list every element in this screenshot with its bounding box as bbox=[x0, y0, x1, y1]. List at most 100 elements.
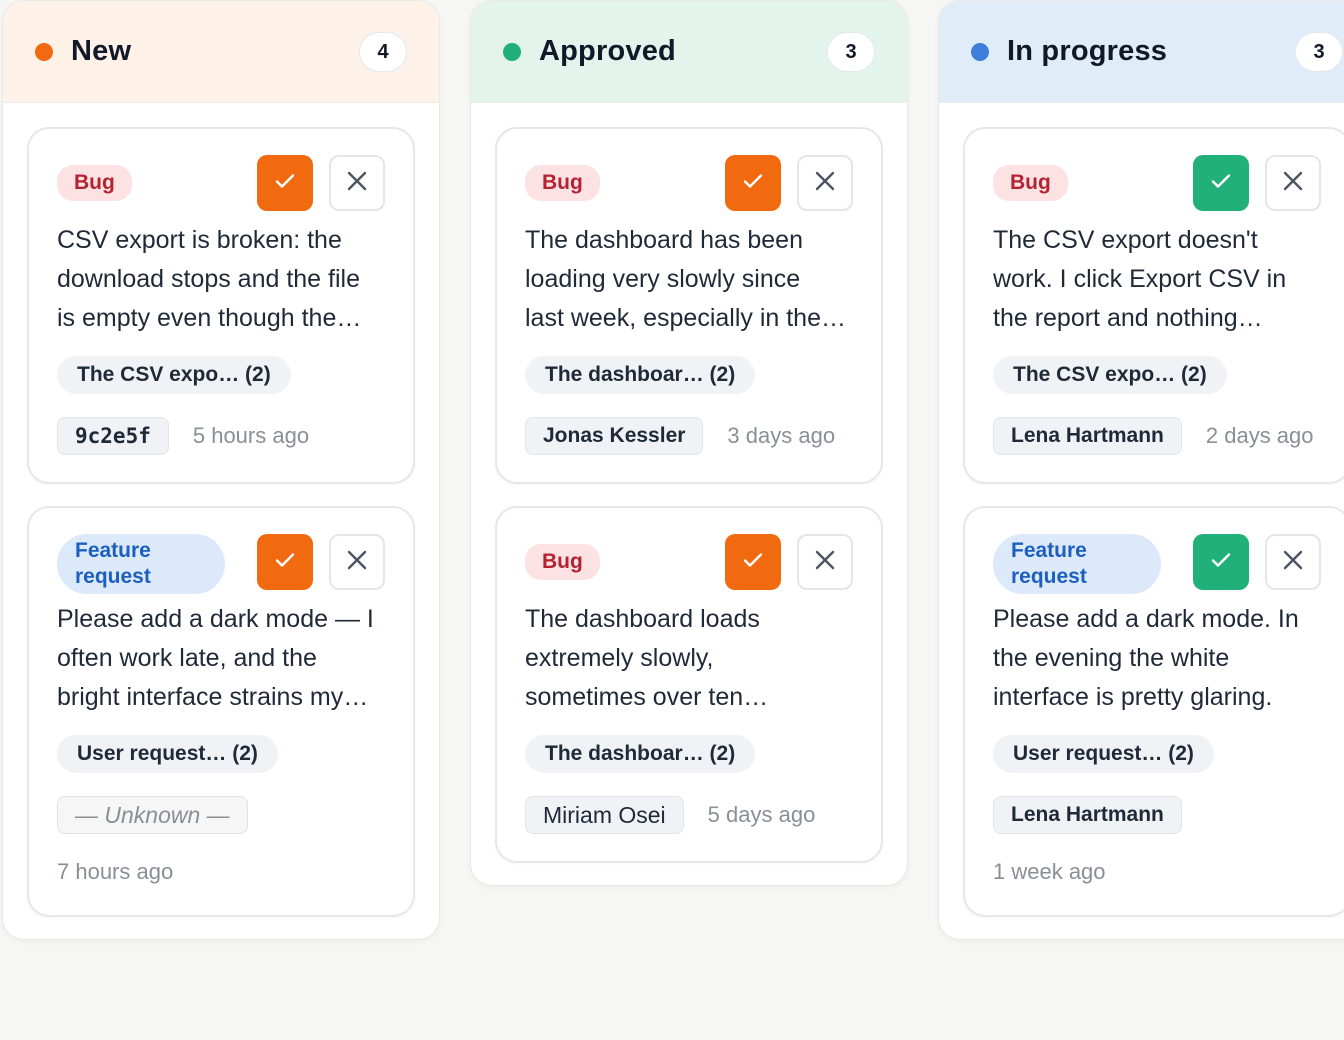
description-line: extremely slowly, bbox=[525, 644, 714, 672]
card-description: The dashboard loads extremely slowly, some… bbox=[525, 600, 853, 717]
description-line: The dashboard loads bbox=[525, 605, 760, 633]
description-line: CSV export is broken: the bbox=[57, 226, 342, 254]
column-header: New 4 bbox=[3, 1, 439, 103]
card-header: Feature request bbox=[57, 534, 385, 596]
close-icon bbox=[814, 170, 836, 197]
feedback-card[interactable]: Bug The CSV export doesn't work. I click E… bbox=[963, 127, 1344, 484]
close-icon bbox=[1282, 549, 1304, 576]
check-icon bbox=[1209, 548, 1233, 577]
column-title: New bbox=[71, 35, 132, 67]
card-description: CSV export is broken: the download stops … bbox=[57, 221, 385, 338]
description-line: last week, especially in the… bbox=[525, 304, 846, 332]
column-title: Approved bbox=[539, 35, 676, 67]
cluster-chip[interactable]: The dashboar… (2) bbox=[525, 356, 756, 394]
cluster-row: The dashboar… (2) bbox=[525, 356, 853, 396]
card-meta: Lena Hartmann 2 days ago bbox=[993, 416, 1321, 456]
description-line: The dashboard has been bbox=[525, 226, 803, 254]
column-2: In progress 3 Bug The CSV export doesn't wor… bbox=[938, 0, 1344, 940]
description-line: the evening the white bbox=[993, 644, 1230, 672]
card-header: Bug bbox=[57, 155, 385, 217]
description-line: download stops and the file bbox=[57, 265, 360, 293]
check-icon bbox=[1209, 169, 1233, 198]
description-line: loading very slowly since bbox=[525, 265, 801, 293]
column-header: In progress 3 bbox=[939, 1, 1344, 103]
description-line: often work late, and the bbox=[57, 644, 317, 672]
approve-button[interactable] bbox=[257, 534, 313, 590]
reporter-badge: — Unknown — bbox=[57, 796, 248, 834]
description-line: work. I click Export CSV in bbox=[993, 265, 1287, 293]
reporter-badge: 9c2e5f bbox=[57, 417, 169, 455]
cluster-row: The CSV expo… (2) bbox=[993, 356, 1321, 396]
description-line: the report and nothing… bbox=[993, 304, 1263, 332]
column-title: In progress bbox=[1007, 35, 1168, 67]
description-line: bright interface strains my… bbox=[57, 683, 369, 711]
approve-button[interactable] bbox=[1193, 534, 1249, 590]
cluster-chip[interactable]: The CSV expo… (2) bbox=[993, 356, 1227, 394]
cluster-chip[interactable]: User request… (2) bbox=[57, 735, 278, 773]
cluster-chip[interactable]: The CSV expo… (2) bbox=[57, 356, 291, 394]
timestamp: 3 days ago bbox=[727, 423, 836, 448]
card-description: Please add a dark mode. In the evening th… bbox=[993, 600, 1321, 717]
feedback-card[interactable]: Feature request Please add a dark mode. I… bbox=[963, 506, 1344, 917]
reject-button[interactable] bbox=[797, 534, 853, 590]
status-dot-icon bbox=[35, 42, 53, 61]
card-description: Please add a dark mode — I often work lat… bbox=[57, 600, 385, 717]
reporter-badge: Lena Hartmann bbox=[993, 796, 1182, 834]
check-icon bbox=[741, 169, 765, 198]
approve-button[interactable] bbox=[725, 534, 781, 590]
cluster-chip[interactable]: The dashboar… (2) bbox=[525, 735, 756, 773]
check-icon bbox=[273, 548, 297, 577]
timestamp-row: 1 week ago bbox=[993, 859, 1321, 889]
feedback-card[interactable]: Bug The dashboard has been loading very sl… bbox=[495, 127, 883, 484]
feedback-card[interactable]: Feature request Please add a dark mode — … bbox=[27, 506, 415, 917]
card-meta: Miriam Osei 5 days ago bbox=[525, 795, 853, 835]
reporter-badge: Jonas Kessler bbox=[525, 417, 704, 455]
card-header: Bug bbox=[525, 155, 853, 217]
column-body: Bug The dashboard has been loading very sl… bbox=[471, 103, 907, 863]
feedback-card[interactable]: Bug The dashboard loads extremely slowly, s… bbox=[495, 506, 883, 863]
card-header: Bug bbox=[993, 155, 1321, 217]
category-tag: Bug bbox=[993, 165, 1068, 201]
timestamp: 5 days ago bbox=[707, 802, 816, 827]
timestamp: 7 hours ago bbox=[57, 859, 174, 884]
timestamp-row: 7 hours ago bbox=[57, 859, 385, 889]
category-tag: Feature request bbox=[993, 534, 1161, 594]
column-body: Bug The CSV export doesn't work. I click E… bbox=[939, 103, 1344, 917]
approve-button[interactable] bbox=[257, 155, 313, 211]
cluster-row: User request… (2) bbox=[993, 735, 1321, 775]
card-meta: — Unknown — bbox=[57, 795, 385, 835]
reject-button[interactable] bbox=[329, 155, 385, 211]
card-meta: 9c2e5f 5 hours ago bbox=[57, 416, 385, 456]
cluster-row: The dashboar… (2) bbox=[525, 735, 853, 775]
reject-button[interactable] bbox=[797, 155, 853, 211]
column-count-badge: 4 bbox=[359, 32, 407, 72]
close-icon bbox=[346, 549, 368, 576]
check-icon bbox=[273, 169, 297, 198]
approve-button[interactable] bbox=[725, 155, 781, 211]
category-tag: Bug bbox=[525, 544, 600, 580]
timestamp: 5 hours ago bbox=[192, 423, 310, 448]
card-description: The CSV export doesn't work. I click Expo… bbox=[993, 221, 1321, 338]
column-0: New 4 Bug CSV export is broken: the download… bbox=[2, 0, 440, 940]
reject-button[interactable] bbox=[1265, 155, 1321, 211]
column-1: Approved 3 Bug The dashboard has been loadin… bbox=[470, 0, 908, 886]
card-description: The dashboard has been loading very slowl… bbox=[525, 221, 853, 338]
description-line: The CSV export doesn't bbox=[993, 226, 1258, 254]
column-count-badge: 3 bbox=[1295, 32, 1343, 72]
feedback-card[interactable]: Bug CSV export is broken: the download sto… bbox=[27, 127, 415, 484]
category-tag: Bug bbox=[57, 165, 132, 201]
card-meta: Jonas Kessler 3 days ago bbox=[525, 416, 853, 456]
reject-button[interactable] bbox=[329, 534, 385, 590]
reporter-badge: Lena Hartmann bbox=[993, 417, 1182, 455]
reject-button[interactable] bbox=[1265, 534, 1321, 590]
close-icon bbox=[1282, 170, 1304, 197]
approve-button[interactable] bbox=[1193, 155, 1249, 211]
card-meta: Lena Hartmann bbox=[993, 795, 1321, 835]
card-header: Feature request bbox=[993, 534, 1321, 596]
status-dot-icon bbox=[971, 42, 989, 61]
column-count-badge: 3 bbox=[827, 32, 875, 72]
card-header: Bug bbox=[525, 534, 853, 596]
cluster-chip[interactable]: User request… (2) bbox=[993, 735, 1214, 773]
close-icon bbox=[814, 549, 836, 576]
cluster-row: User request… (2) bbox=[57, 735, 385, 775]
